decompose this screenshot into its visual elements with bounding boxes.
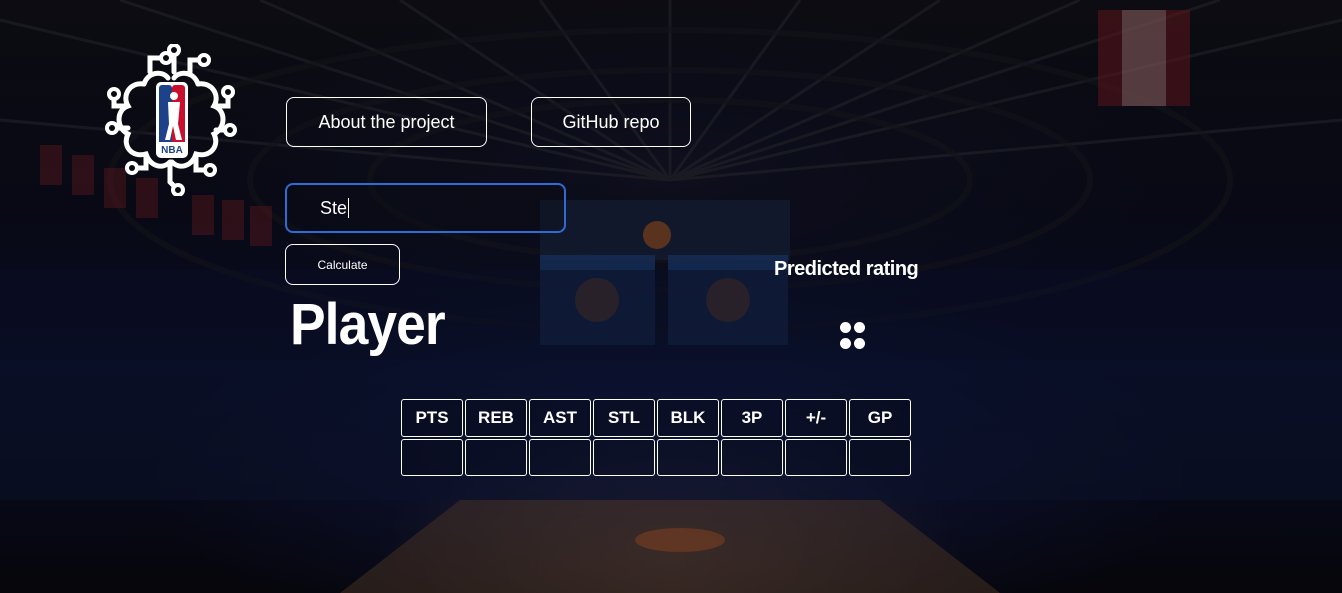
stat-value-3p bbox=[721, 439, 783, 476]
stat-header-pts: PTS bbox=[401, 399, 463, 437]
stat-header-ast: AST bbox=[529, 399, 591, 437]
stat-header-gp: GP bbox=[849, 399, 911, 437]
stat-header-stl: STL bbox=[593, 399, 655, 437]
logo-badge-text: NBA bbox=[161, 145, 183, 156]
player-title: Player bbox=[290, 292, 446, 357]
stat-value-reb bbox=[465, 439, 527, 476]
stat-header-plus-minus: +/- bbox=[785, 399, 847, 437]
about-project-button[interactable]: About the project bbox=[286, 97, 487, 147]
predicted-rating-label: Predicted rating bbox=[774, 258, 919, 280]
player-search-input[interactable]: Ste bbox=[285, 183, 566, 233]
nba-brain-logo: NBA bbox=[104, 43, 238, 197]
stat-header-reb: REB bbox=[465, 399, 527, 437]
nba-circuit-brain-logo-icon: NBA bbox=[105, 43, 237, 197]
stat-value-ast bbox=[529, 439, 591, 476]
stat-value-pts bbox=[401, 439, 463, 476]
search-input-value: Ste bbox=[320, 197, 348, 218]
stat-value-stl bbox=[593, 439, 655, 476]
github-repo-button[interactable]: GitHub repo bbox=[531, 97, 691, 147]
calculate-button[interactable]: Calculate bbox=[285, 244, 400, 285]
stat-value-plus-minus bbox=[785, 439, 847, 476]
stat-value-gp bbox=[849, 439, 911, 476]
stat-header-3p: 3P bbox=[721, 399, 783, 437]
stat-header-blk: BLK bbox=[657, 399, 719, 437]
text-caret bbox=[348, 198, 350, 218]
player-stats-table: PTS REB AST STL BLK 3P +/- GP bbox=[401, 399, 911, 476]
loading-dots-icon bbox=[838, 320, 868, 356]
stat-value-blk bbox=[657, 439, 719, 476]
